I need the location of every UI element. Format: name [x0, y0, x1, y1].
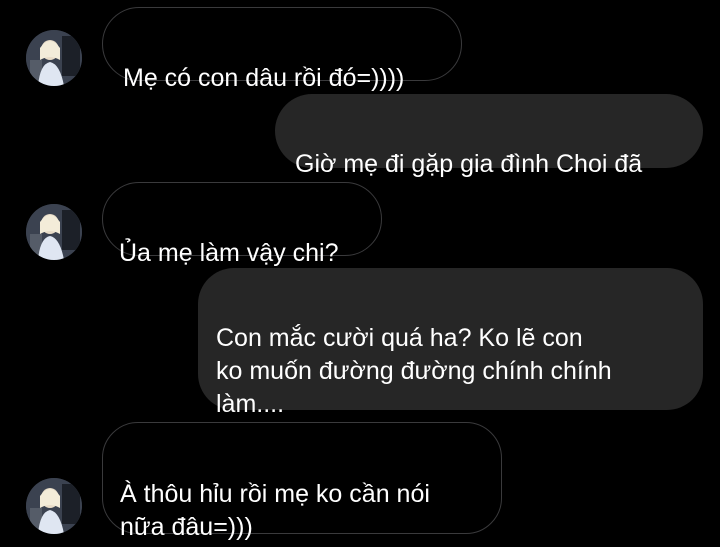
contact-avatar[interactable] [26, 30, 82, 86]
message-text: Mẹ có con dâu rồi đó=)))) [123, 64, 405, 92]
contact-avatar[interactable] [26, 478, 82, 534]
incoming-message-bubble[interactable]: Mẹ có con dâu rồi đó=)))) [102, 7, 462, 92]
incoming-message-bubble[interactable]: À thôu hỉu rồi mẹ ko cần nói nữa đâu=))) [102, 422, 502, 541]
incoming-message-bubble[interactable]: Ủa mẹ làm vậy chi? [102, 182, 382, 267]
avatar-photo-icon [26, 478, 82, 534]
message-text: Con mắc cười quá ha? Ko lẽ con ko muốn đ… [216, 324, 612, 418]
avatar-photo-icon [26, 30, 82, 86]
contact-avatar[interactable] [26, 204, 82, 260]
message-text: Giờ mẹ đi gặp gia đình Choi đã [295, 150, 643, 178]
message-text: Ủa mẹ làm vậy chi? [119, 239, 339, 267]
outgoing-message-bubble[interactable]: Giờ mẹ đi gặp gia đình Choi đã [275, 94, 703, 178]
message-text: À thôu hỉu rồi mẹ ko cần nói nữa đâu=))) [120, 480, 430, 541]
avatar-photo-icon [26, 204, 82, 260]
outgoing-message-bubble[interactable]: Con mắc cười quá ha? Ko lẽ con ko muốn đ… [198, 268, 703, 418]
